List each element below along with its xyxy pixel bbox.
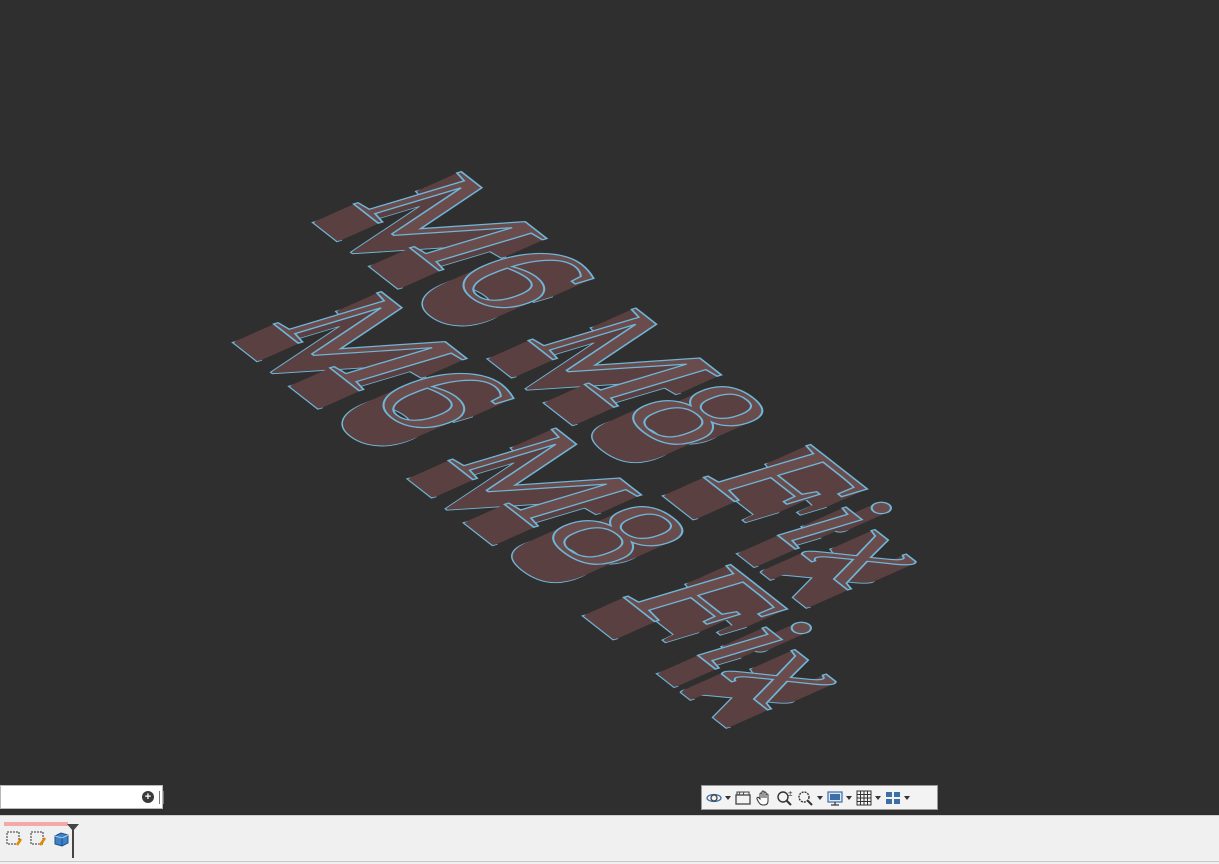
command-input[interactable] <box>3 788 137 808</box>
divider <box>0 861 1219 862</box>
solid-icon <box>54 832 69 847</box>
svg-text:±: ± <box>788 789 793 798</box>
orbit-button[interactable] <box>705 787 731 808</box>
grid-icon <box>856 790 872 805</box>
grip-handle[interactable] <box>159 791 164 804</box>
extruded-text-layer: M6 M8 FixM6 M8 FixM6 M8 FixM6 M8 FixM6 M… <box>200 146 980 746</box>
pan-icon <box>756 790 769 805</box>
orbit-icon <box>706 793 722 802</box>
zoom-window-icon <box>798 790 813 806</box>
select-crossing-button[interactable] <box>29 829 49 849</box>
zoom-realtime-icon: ± <box>777 789 793 806</box>
select-window-button[interactable] <box>5 829 25 849</box>
select-crossing-icon <box>30 831 47 846</box>
showmotion-button[interactable] <box>734 787 752 808</box>
viewports-icon <box>886 791 900 804</box>
add-icon[interactable]: + <box>142 791 154 803</box>
navigation-toolbar: ± <box>701 785 938 810</box>
marker-line <box>72 826 74 858</box>
model-viewport[interactable]: M6 M8 Fix M6 M8 Fix M6 M8 Fix M6 M8 Fix M6 M… <box>0 0 1219 815</box>
status-bar <box>0 815 1219 864</box>
zoom-realtime-button[interactable]: ± <box>776 787 794 808</box>
viewports-button[interactable] <box>884 787 910 808</box>
grid-button[interactable] <box>855 787 881 808</box>
command-line[interactable]: + <box>0 785 164 809</box>
zoom-window-button[interactable] <box>797 787 823 808</box>
select-window-icon <box>6 831 23 846</box>
scene-canvas[interactable]: M6 M8 FixM6 M8 FixM6 M8 FixM6 M8 FixM6 M… <box>0 0 1219 815</box>
pan-button[interactable] <box>755 787 773 808</box>
solid-button[interactable] <box>52 829 72 849</box>
selection-highlight <box>4 822 68 826</box>
showmotion-icon <box>735 790 751 805</box>
display-icon <box>827 790 843 806</box>
display-button[interactable] <box>826 787 852 808</box>
